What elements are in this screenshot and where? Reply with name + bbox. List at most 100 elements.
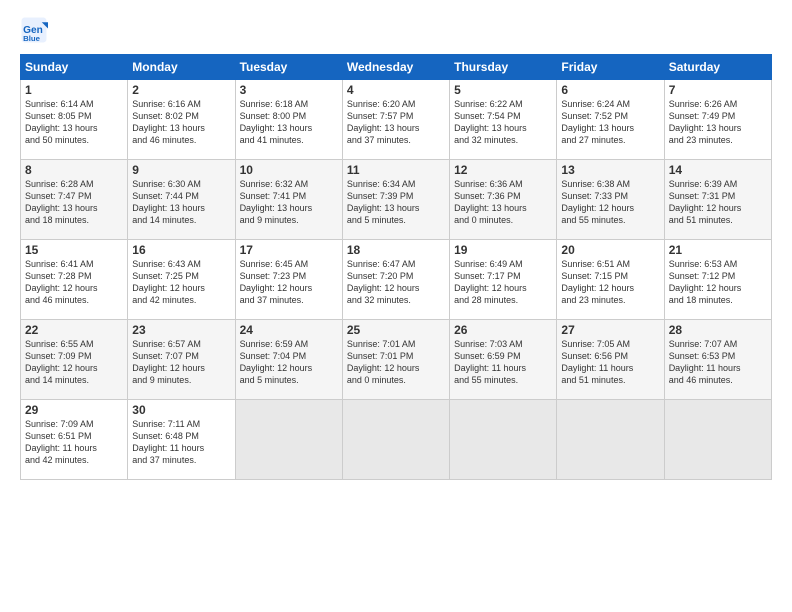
day-number: 21 bbox=[669, 243, 767, 257]
day-number: 11 bbox=[347, 163, 445, 177]
calendar-cell: 12Sunrise: 6:36 AM Sunset: 7:36 PM Dayli… bbox=[450, 160, 557, 240]
day-info: Sunrise: 7:11 AM Sunset: 6:48 PM Dayligh… bbox=[132, 418, 230, 467]
weekday-header: Saturday bbox=[664, 55, 771, 80]
day-info: Sunrise: 6:43 AM Sunset: 7:25 PM Dayligh… bbox=[132, 258, 230, 307]
calendar-cell: 4Sunrise: 6:20 AM Sunset: 7:57 PM Daylig… bbox=[342, 80, 449, 160]
day-info: Sunrise: 6:38 AM Sunset: 7:33 PM Dayligh… bbox=[561, 178, 659, 227]
day-number: 13 bbox=[561, 163, 659, 177]
calendar-cell bbox=[664, 400, 771, 480]
day-info: Sunrise: 6:36 AM Sunset: 7:36 PM Dayligh… bbox=[454, 178, 552, 227]
weekday-header: Sunday bbox=[21, 55, 128, 80]
calendar-cell: 20Sunrise: 6:51 AM Sunset: 7:15 PM Dayli… bbox=[557, 240, 664, 320]
day-info: Sunrise: 7:05 AM Sunset: 6:56 PM Dayligh… bbox=[561, 338, 659, 387]
day-info: Sunrise: 6:24 AM Sunset: 7:52 PM Dayligh… bbox=[561, 98, 659, 147]
day-info: Sunrise: 7:01 AM Sunset: 7:01 PM Dayligh… bbox=[347, 338, 445, 387]
calendar-cell: 7Sunrise: 6:26 AM Sunset: 7:49 PM Daylig… bbox=[664, 80, 771, 160]
day-info: Sunrise: 6:45 AM Sunset: 7:23 PM Dayligh… bbox=[240, 258, 338, 307]
day-info: Sunrise: 6:32 AM Sunset: 7:41 PM Dayligh… bbox=[240, 178, 338, 227]
day-number: 10 bbox=[240, 163, 338, 177]
calendar-cell bbox=[557, 400, 664, 480]
weekday-header: Monday bbox=[128, 55, 235, 80]
calendar-cell: 27Sunrise: 7:05 AM Sunset: 6:56 PM Dayli… bbox=[557, 320, 664, 400]
calendar-cell: 2Sunrise: 6:16 AM Sunset: 8:02 PM Daylig… bbox=[128, 80, 235, 160]
day-number: 22 bbox=[25, 323, 123, 337]
calendar-cell: 19Sunrise: 6:49 AM Sunset: 7:17 PM Dayli… bbox=[450, 240, 557, 320]
day-number: 29 bbox=[25, 403, 123, 417]
day-info: Sunrise: 7:07 AM Sunset: 6:53 PM Dayligh… bbox=[669, 338, 767, 387]
day-info: Sunrise: 6:57 AM Sunset: 7:07 PM Dayligh… bbox=[132, 338, 230, 387]
weekday-header: Friday bbox=[557, 55, 664, 80]
calendar-week-row: 8Sunrise: 6:28 AM Sunset: 7:47 PM Daylig… bbox=[21, 160, 772, 240]
day-info: Sunrise: 6:39 AM Sunset: 7:31 PM Dayligh… bbox=[669, 178, 767, 227]
day-number: 18 bbox=[347, 243, 445, 257]
calendar-cell: 18Sunrise: 6:47 AM Sunset: 7:20 PM Dayli… bbox=[342, 240, 449, 320]
day-number: 7 bbox=[669, 83, 767, 97]
day-number: 26 bbox=[454, 323, 552, 337]
calendar-cell: 6Sunrise: 6:24 AM Sunset: 7:52 PM Daylig… bbox=[557, 80, 664, 160]
logo: Gen Blue bbox=[20, 16, 52, 44]
calendar-cell: 21Sunrise: 6:53 AM Sunset: 7:12 PM Dayli… bbox=[664, 240, 771, 320]
day-number: 15 bbox=[25, 243, 123, 257]
day-number: 12 bbox=[454, 163, 552, 177]
day-info: Sunrise: 6:26 AM Sunset: 7:49 PM Dayligh… bbox=[669, 98, 767, 147]
day-info: Sunrise: 7:03 AM Sunset: 6:59 PM Dayligh… bbox=[454, 338, 552, 387]
day-info: Sunrise: 6:53 AM Sunset: 7:12 PM Dayligh… bbox=[669, 258, 767, 307]
header: Gen Blue bbox=[20, 16, 772, 44]
calendar-cell: 14Sunrise: 6:39 AM Sunset: 7:31 PM Dayli… bbox=[664, 160, 771, 240]
page: Gen Blue SundayMondayTuesdayWednesdayThu… bbox=[0, 0, 792, 612]
day-number: 3 bbox=[240, 83, 338, 97]
calendar-cell bbox=[235, 400, 342, 480]
calendar-cell: 25Sunrise: 7:01 AM Sunset: 7:01 PM Dayli… bbox=[342, 320, 449, 400]
calendar-cell bbox=[342, 400, 449, 480]
day-info: Sunrise: 6:59 AM Sunset: 7:04 PM Dayligh… bbox=[240, 338, 338, 387]
calendar-cell: 3Sunrise: 6:18 AM Sunset: 8:00 PM Daylig… bbox=[235, 80, 342, 160]
calendar-cell: 11Sunrise: 6:34 AM Sunset: 7:39 PM Dayli… bbox=[342, 160, 449, 240]
calendar-week-row: 22Sunrise: 6:55 AM Sunset: 7:09 PM Dayli… bbox=[21, 320, 772, 400]
calendar-cell: 28Sunrise: 7:07 AM Sunset: 6:53 PM Dayli… bbox=[664, 320, 771, 400]
day-info: Sunrise: 6:20 AM Sunset: 7:57 PM Dayligh… bbox=[347, 98, 445, 147]
day-number: 17 bbox=[240, 243, 338, 257]
calendar-header-row: SundayMondayTuesdayWednesdayThursdayFrid… bbox=[21, 55, 772, 80]
calendar-cell: 10Sunrise: 6:32 AM Sunset: 7:41 PM Dayli… bbox=[235, 160, 342, 240]
day-info: Sunrise: 6:41 AM Sunset: 7:28 PM Dayligh… bbox=[25, 258, 123, 307]
day-info: Sunrise: 6:28 AM Sunset: 7:47 PM Dayligh… bbox=[25, 178, 123, 227]
calendar-cell: 5Sunrise: 6:22 AM Sunset: 7:54 PM Daylig… bbox=[450, 80, 557, 160]
day-number: 6 bbox=[561, 83, 659, 97]
calendar-cell bbox=[450, 400, 557, 480]
day-number: 25 bbox=[347, 323, 445, 337]
calendar-cell: 26Sunrise: 7:03 AM Sunset: 6:59 PM Dayli… bbox=[450, 320, 557, 400]
calendar-cell: 8Sunrise: 6:28 AM Sunset: 7:47 PM Daylig… bbox=[21, 160, 128, 240]
day-info: Sunrise: 6:51 AM Sunset: 7:15 PM Dayligh… bbox=[561, 258, 659, 307]
day-number: 14 bbox=[669, 163, 767, 177]
day-number: 27 bbox=[561, 323, 659, 337]
weekday-header: Wednesday bbox=[342, 55, 449, 80]
day-info: Sunrise: 6:34 AM Sunset: 7:39 PM Dayligh… bbox=[347, 178, 445, 227]
calendar-cell: 9Sunrise: 6:30 AM Sunset: 7:44 PM Daylig… bbox=[128, 160, 235, 240]
day-number: 2 bbox=[132, 83, 230, 97]
day-number: 8 bbox=[25, 163, 123, 177]
weekday-header: Thursday bbox=[450, 55, 557, 80]
day-info: Sunrise: 6:30 AM Sunset: 7:44 PM Dayligh… bbox=[132, 178, 230, 227]
day-number: 28 bbox=[669, 323, 767, 337]
day-info: Sunrise: 6:16 AM Sunset: 8:02 PM Dayligh… bbox=[132, 98, 230, 147]
calendar-cell: 22Sunrise: 6:55 AM Sunset: 7:09 PM Dayli… bbox=[21, 320, 128, 400]
day-number: 30 bbox=[132, 403, 230, 417]
calendar-cell: 23Sunrise: 6:57 AM Sunset: 7:07 PM Dayli… bbox=[128, 320, 235, 400]
day-info: Sunrise: 7:09 AM Sunset: 6:51 PM Dayligh… bbox=[25, 418, 123, 467]
calendar-week-row: 1Sunrise: 6:14 AM Sunset: 8:05 PM Daylig… bbox=[21, 80, 772, 160]
day-info: Sunrise: 6:22 AM Sunset: 7:54 PM Dayligh… bbox=[454, 98, 552, 147]
day-number: 4 bbox=[347, 83, 445, 97]
day-info: Sunrise: 6:55 AM Sunset: 7:09 PM Dayligh… bbox=[25, 338, 123, 387]
weekday-header: Tuesday bbox=[235, 55, 342, 80]
calendar-week-row: 29Sunrise: 7:09 AM Sunset: 6:51 PM Dayli… bbox=[21, 400, 772, 480]
calendar-cell: 1Sunrise: 6:14 AM Sunset: 8:05 PM Daylig… bbox=[21, 80, 128, 160]
day-info: Sunrise: 6:14 AM Sunset: 8:05 PM Dayligh… bbox=[25, 98, 123, 147]
day-number: 16 bbox=[132, 243, 230, 257]
day-info: Sunrise: 6:49 AM Sunset: 7:17 PM Dayligh… bbox=[454, 258, 552, 307]
day-number: 19 bbox=[454, 243, 552, 257]
calendar-cell: 17Sunrise: 6:45 AM Sunset: 7:23 PM Dayli… bbox=[235, 240, 342, 320]
calendar-cell: 16Sunrise: 6:43 AM Sunset: 7:25 PM Dayli… bbox=[128, 240, 235, 320]
logo-icon: Gen Blue bbox=[20, 16, 48, 44]
day-info: Sunrise: 6:47 AM Sunset: 7:20 PM Dayligh… bbox=[347, 258, 445, 307]
day-number: 1 bbox=[25, 83, 123, 97]
